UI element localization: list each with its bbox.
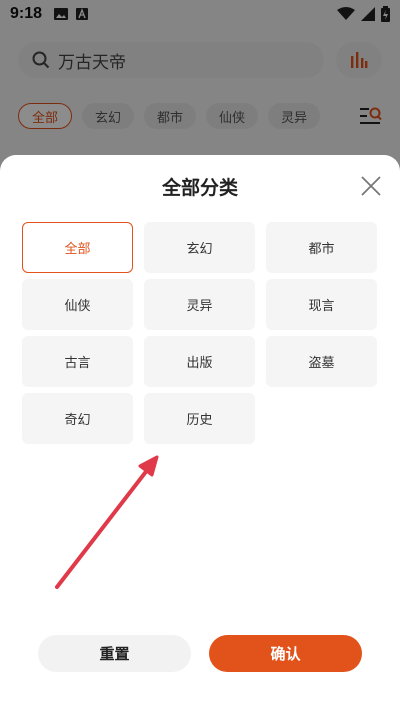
confirm-button[interactable]: 确认 <box>209 635 362 672</box>
sheet-actions: 重置 确认 <box>38 635 362 672</box>
category-sheet: 全部分类 全部 玄幻 都市 仙侠 灵异 现言 古言 出版 盗墓 奇幻 历史 重置… <box>0 155 400 711</box>
reset-button[interactable]: 重置 <box>38 635 191 672</box>
annotation-arrow <box>55 455 159 589</box>
